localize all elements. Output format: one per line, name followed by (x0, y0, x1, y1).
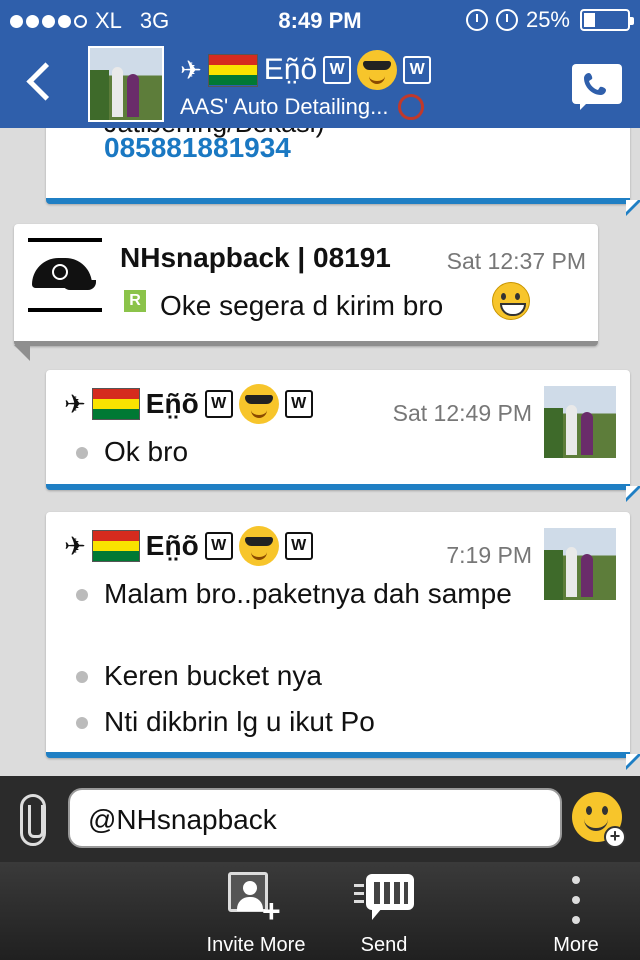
message-bubble[interactable]: Jatibening/Bekasi) 085881881934 (46, 128, 640, 216)
battery-percent: 25% (525, 7, 570, 32)
back-button[interactable] (22, 60, 62, 108)
composer-bar: @NHsnapback + (0, 776, 640, 862)
alarm-icon (495, 9, 518, 31)
group-name: AAS' Auto Detailing... (180, 94, 389, 119)
emoji-picker-button[interactable]: + (572, 792, 626, 848)
flag-icon (91, 388, 140, 420)
airplane-icon: ✈ (180, 54, 202, 85)
message-line: Malam bro..paketnya dah sampe (76, 576, 514, 612)
w-box-icon: W (204, 390, 233, 418)
w-box-icon: W (204, 532, 233, 560)
message-bubble[interactable]: ✈ Eñ̤õ W W Sat 12:49 PM Ok bro (46, 370, 640, 502)
phone-icon (584, 73, 606, 95)
read-status-badge: R (124, 290, 146, 312)
cool-emoji-icon (357, 50, 398, 90)
send-button[interactable]: Send (332, 862, 436, 960)
send-label: Send (360, 934, 408, 956)
flag-icon (91, 530, 140, 562)
message-line: Nti dikbrin lg u ikut Po (76, 704, 514, 740)
more-vertical-icon (572, 876, 580, 924)
airplane-icon: ✈ (64, 388, 86, 419)
more-button[interactable]: More (538, 862, 614, 960)
more-label: More (553, 934, 599, 956)
sender-name: Eñ̤õ (145, 388, 199, 419)
contact-avatar[interactable] (88, 46, 164, 122)
message-line: Ok bro (76, 434, 514, 470)
phone-link[interactable]: 085881881934 (104, 132, 291, 164)
message-time: Sat 12:49 PM (392, 400, 532, 426)
bbm-send-icon (354, 874, 414, 920)
message-bubble[interactable]: ✈ Eñ̤õ W W 7:19 PM Malam bro..paketnya d… (46, 512, 640, 770)
sender-row: ✈ Eñ̤õ W W (64, 384, 313, 424)
bottom-toolbar: + Invite More Send More (0, 862, 640, 960)
grin-emoji-icon (492, 282, 530, 320)
w-box-icon: W (323, 56, 352, 84)
chat-header: ✈ Eñ̤õ W W AAS' Auto Detailing... (0, 40, 640, 128)
w-box-icon: W (284, 390, 313, 418)
plus-icon: + (604, 826, 626, 848)
add-contact-icon: + (228, 872, 284, 927)
message-input[interactable]: @NHsnapback (68, 788, 562, 848)
app-window: XL 3G 8:49 PM 25% ✈ Eñ̤õ W W AAS' Auto D… (0, 0, 640, 960)
sender-name: NHsnapback | 08191 (120, 242, 391, 273)
sender-row: ✈ Eñ̤õ W W (64, 526, 313, 566)
cool-emoji-icon (238, 384, 279, 424)
attach-paperclip-icon[interactable] (20, 794, 46, 846)
sender-avatar[interactable] (544, 528, 616, 600)
invite-more-button[interactable]: + Invite More (196, 862, 316, 960)
message-bubble[interactable]: NHsnapback | 08191 Sat 12:37 PM R Oke se… (14, 224, 598, 361)
flag-icon (207, 53, 258, 87)
call-button[interactable] (572, 64, 622, 110)
status-bar: XL 3G 8:49 PM 25% (0, 0, 640, 40)
sender-name: Eñ̤õ (145, 530, 199, 561)
snapback-cap-icon (32, 258, 96, 290)
message-time: Sat 12:37 PM (426, 248, 586, 275)
steering-wheel-icon (398, 94, 425, 120)
airplane-icon: ✈ (64, 530, 86, 561)
w-box-icon: W (403, 56, 432, 84)
message-text: Oke segera d kirim bro (160, 290, 444, 321)
sender-avatar[interactable] (544, 386, 616, 458)
contact-name: Eñ̤õ (263, 53, 318, 86)
battery-icon (580, 9, 634, 31)
cool-emoji-icon (238, 526, 279, 566)
message-time: 7:19 PM (446, 542, 532, 568)
invite-more-label: Invite More (206, 934, 306, 956)
message-line: Keren bucket nya (76, 658, 514, 694)
message-list[interactable]: Jatibening/Bekasi) 085881881934 NHsnapba… (0, 128, 640, 776)
w-box-icon: W (284, 532, 313, 560)
sender-avatar[interactable] (28, 238, 102, 312)
contact-name-row[interactable]: ✈ Eñ̤õ W W (180, 50, 432, 90)
group-name-row[interactable]: AAS' Auto Detailing... (180, 94, 425, 120)
rotation-lock-icon (465, 9, 488, 31)
